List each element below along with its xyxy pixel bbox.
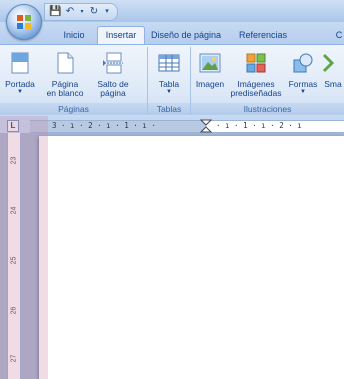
table-button[interactable]: Tabla ▼	[152, 51, 186, 96]
selection-highlight	[0, 116, 48, 379]
clipart-label-2: prediseñadas	[230, 88, 282, 98]
dropdown-arrow-icon: ▼	[166, 89, 172, 95]
picture-label: Imagen	[195, 79, 225, 89]
redo-icon[interactable]: ↻	[88, 6, 100, 18]
group-paginas: Portada ▼ Página en blanco Salto de pági…	[0, 47, 148, 115]
smartart-button[interactable]: Sma	[322, 51, 344, 89]
smartart-label: Sma	[324, 79, 342, 89]
document-page[interactable]	[39, 136, 344, 379]
page-break-icon	[103, 52, 123, 74]
ruler-bar: L 3 · ı · 2 · ı · 1 · ı · · ı · 1 · ı · …	[0, 117, 344, 133]
cover-page-icon	[11, 52, 29, 74]
picture-button[interactable]: Imagen	[193, 51, 227, 89]
page-break-label-2: página	[100, 88, 126, 98]
tab-inicio[interactable]: Inicio	[57, 27, 91, 44]
dropdown-arrow-icon: ▼	[17, 89, 23, 95]
smartart-icon	[322, 53, 335, 73]
customize-icon[interactable]: ▾	[103, 6, 111, 18]
table-label: Tabla	[158, 79, 180, 89]
group-tablas: Tabla ▼ Tablas	[148, 47, 191, 115]
group-label-ilustraciones: Ilustraciones	[191, 103, 344, 115]
blank-page-button[interactable]: Página en blanco	[45, 51, 85, 98]
tab-diseno-de-pagina[interactable]: Diseño de página	[146, 27, 226, 44]
tab-referencias[interactable]: Referencias	[232, 27, 294, 44]
table-icon	[158, 54, 180, 72]
document-workspace: 23 24 25 26 27	[0, 133, 344, 379]
blank-page-icon	[57, 52, 74, 74]
page-break-button[interactable]: Salto de página	[93, 51, 133, 98]
save-icon[interactable]: 💾	[49, 6, 61, 18]
quick-access-toolbar: 💾 ↶ ▾ ↻ ▾	[44, 3, 118, 21]
shapes-button[interactable]: Formas ▼	[285, 51, 321, 96]
office-logo-icon	[17, 15, 31, 29]
undo-icon[interactable]: ↶	[64, 6, 76, 18]
group-ilustraciones: Imagen Imágenes prediseñadas Formas ▼ Sm…	[191, 47, 344, 115]
ribbon-tabs: Inicio Insertar Diseño de página Referen…	[0, 22, 344, 45]
ribbon-insertar: Portada ▼ Página en blanco Salto de pági…	[0, 44, 344, 118]
horizontal-ruler[interactable]: 3 · ı · 2 · ı · 1 · ı · · ı · 1 · ı · 2 …	[30, 119, 344, 133]
clipart-button[interactable]: Imágenes prediseñadas	[229, 51, 283, 98]
shapes-icon	[293, 53, 313, 73]
title-bar: 💾 ↶ ▾ ↻ ▾	[0, 0, 344, 22]
dropdown-icon[interactable]: ▾	[79, 6, 85, 18]
cover-page-label: Portada	[5, 79, 35, 89]
tab-insertar[interactable]: Insertar	[97, 26, 145, 45]
dropdown-arrow-icon: ▼	[300, 89, 306, 95]
blank-page-label-2: en blanco	[46, 88, 84, 98]
picture-icon	[199, 53, 221, 73]
indent-marker-icon[interactable]	[200, 119, 212, 133]
ruler-numbers-left: 3 · ı · 2 · ı · 1 · ı ·	[52, 121, 156, 130]
ruler-numbers-right: · ı · 1 · ı · 2 · ı	[216, 121, 302, 130]
cover-page-button[interactable]: Portada ▼	[2, 51, 38, 96]
group-label-paginas: Páginas	[0, 103, 147, 115]
office-button[interactable]	[6, 4, 42, 40]
tab-correspondencia[interactable]: C	[334, 27, 344, 44]
shapes-label: Formas	[288, 79, 318, 89]
clipart-icon	[246, 53, 266, 73]
group-label-tablas: Tablas	[148, 103, 190, 115]
